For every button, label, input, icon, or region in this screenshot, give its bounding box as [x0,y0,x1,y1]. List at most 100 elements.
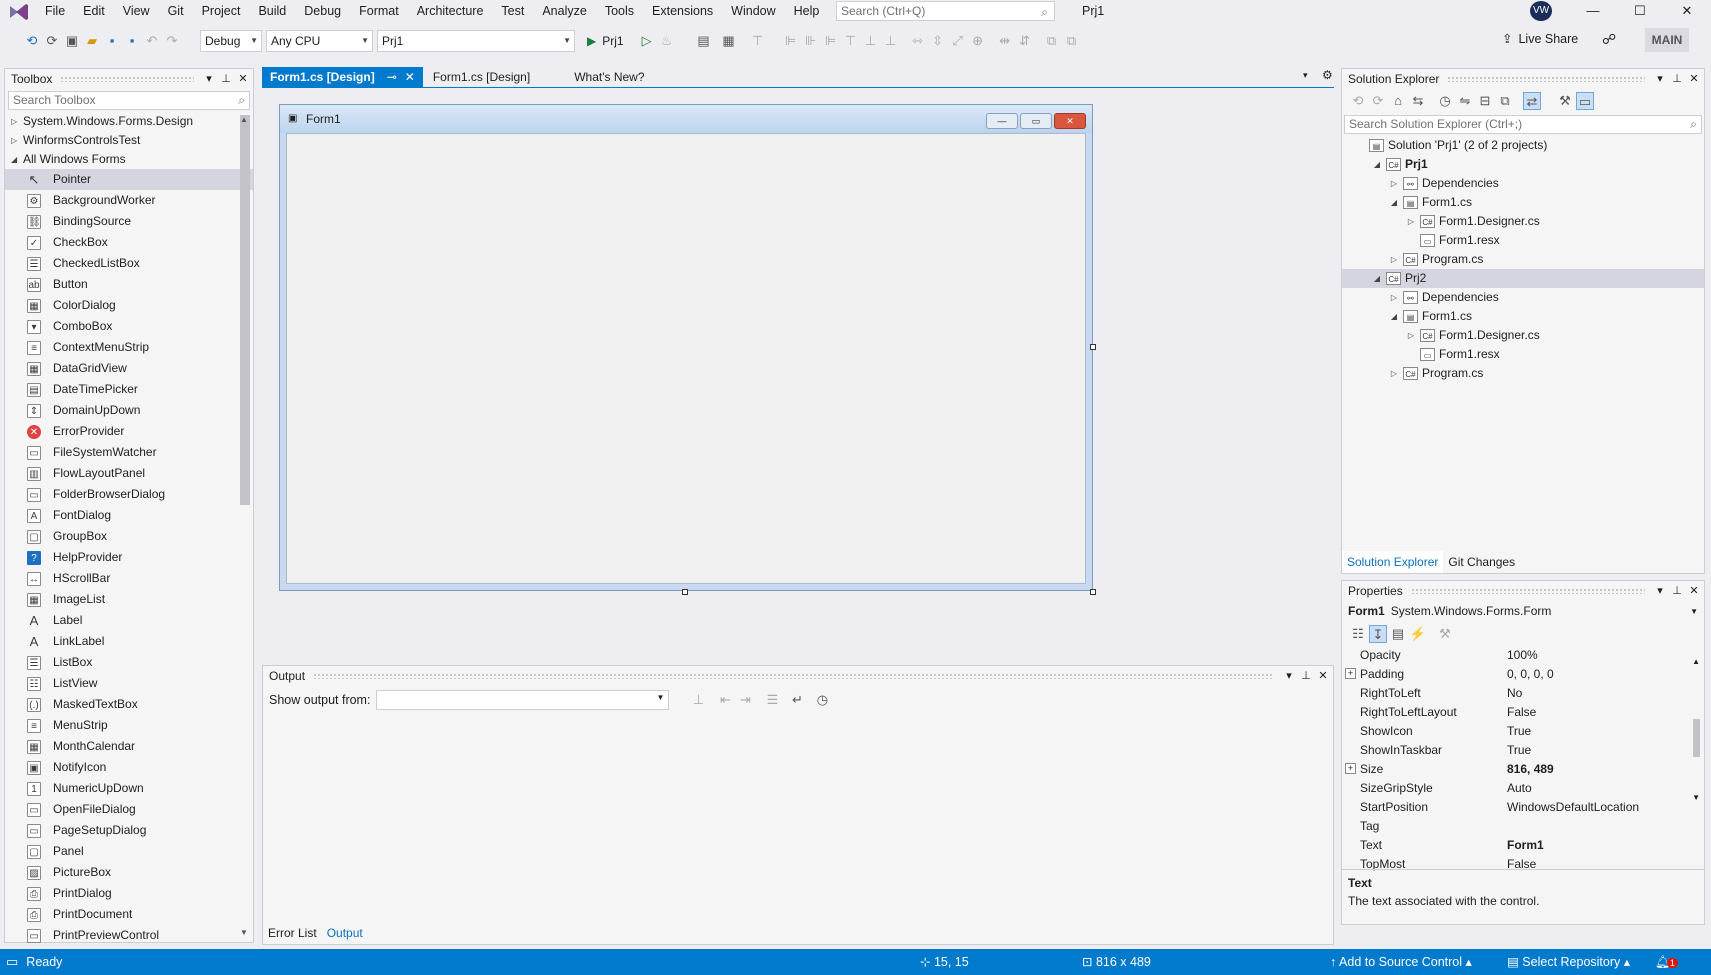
menu-item-project[interactable]: Project [193,0,250,22]
settings-gear-icon[interactable]: ⚙ [1322,68,1333,82]
property-row[interactable]: Tag [1342,817,1704,836]
pin-icon[interactable]: ⊥ [219,69,233,89]
toolbox-item[interactable]: ▾ ComboBox [5,316,253,337]
property-value[interactable]: WindowsDefaultLocation [1503,798,1704,817]
next-message-icon[interactable]: ⇥ [736,691,754,709]
close-icon[interactable]: ✕ [1316,666,1330,686]
toolbox-item[interactable]: A Label [5,610,253,631]
new-project-icon[interactable]: ▣ [63,32,81,50]
toolbox-item[interactable]: ≡ ContextMenuStrip [5,337,253,358]
menu-item-git[interactable]: Git [159,0,193,22]
property-value[interactable]: True [1503,741,1704,760]
menu-item-tools[interactable]: Tools [596,0,643,22]
property-row[interactable]: Opacity 100% [1342,646,1704,665]
window-position-icon[interactable]: ▾ [202,69,216,89]
solution-tree-node[interactable]: ▷ C# Form1.Designer.cs [1342,212,1704,231]
expand-plus-icon[interactable]: + [1345,668,1356,679]
pin-icon[interactable]: ⊥ [1670,581,1684,601]
property-object-select[interactable]: Form1 System.Windows.Forms.Form ▼ [1342,601,1704,622]
solution-tree-node[interactable]: ▷ C# Form1.Designer.cs [1342,326,1704,345]
solution-tree-node[interactable]: ◢ ▤ Form1.cs [1342,193,1704,212]
toolbox-item[interactable]: ⎙ PrintDocument [5,904,253,925]
toolbox-item[interactable]: ↔ HScrollBar [5,568,253,589]
output-source-select[interactable]: ▼ [376,690,670,710]
collapsed-triangle-icon[interactable]: ▷ [1405,326,1417,345]
solution-tree-node[interactable]: ▷ ⚯ Dependencies [1342,174,1704,193]
scroll-up-icon[interactable]: ▲ [240,115,248,124]
properties-wrench-icon[interactable]: ⚒ [1556,92,1574,110]
make-same-height-icon[interactable]: ⇳ [929,32,947,50]
expanded-triangle-icon[interactable]: ◢ [1388,193,1400,212]
toolbox-group[interactable]: ◢ All Windows Forms [5,150,253,169]
save-all-icon[interactable]: ▪ [123,32,141,50]
minimize-icon[interactable]: ― [1570,0,1616,22]
menu-item-view[interactable]: View [114,0,159,22]
properties-view-icon[interactable]: ▤ [1389,625,1407,643]
startup-project-select[interactable]: Prj1 ▼ [377,30,575,52]
tab-document[interactable]: Form1.cs [Design] ⊸ ✕ [262,66,423,88]
align-to-grid-icon[interactable]: ⊤ [749,32,767,50]
toolbox-item[interactable]: ⚙ BackgroundWorker [5,190,253,211]
events-lightning-icon[interactable]: ⚡ [1409,625,1427,643]
property-value[interactable]: 816, 489 [1503,760,1704,779]
align-lefts-icon[interactable]: ⊫ [782,32,800,50]
vertical-spacing-icon[interactable]: ⇵ [1016,32,1034,50]
pin-icon[interactable]: ⊸ [387,67,397,88]
collapse-all-icon[interactable]: ⊟ [1476,92,1494,110]
toolbox-item[interactable]: ▦ DataGridView [5,358,253,379]
make-same-width-icon[interactable]: ⇿ [909,32,927,50]
toolbox-item[interactable]: ▢ GroupBox [5,526,253,547]
configuration-select[interactable]: Debug ▼ [200,30,262,52]
property-value[interactable]: Auto [1503,779,1704,798]
toolbox-item[interactable]: A FontDialog [5,505,253,526]
expanded-triangle-icon[interactable]: ◢ [1388,307,1400,326]
toolbox-item[interactable]: ▭ FolderBrowserDialog [5,484,253,505]
browse-icon[interactable]: ▤ [695,32,713,50]
tab-document[interactable]: What's New? [566,67,652,88]
find-message-icon[interactable]: ⊥ [689,691,707,709]
sync-icon[interactable]: ⇋ [1456,92,1474,110]
platform-select[interactable]: Any CPU ▼ [266,30,373,52]
align-middles-icon[interactable]: ⊥ [862,32,880,50]
redo-icon[interactable]: ↷ [163,32,181,50]
open-folder-icon[interactable]: ▰ [83,32,101,50]
global-search-input[interactable]: Search (Ctrl+Q) ⌕ [836,1,1055,21]
menu-item-architecture[interactable]: Architecture [408,0,493,22]
solution-tree-node[interactable]: ▤ Solution 'Prj1' (2 of 2 projects) [1342,136,1704,155]
solution-tree-node[interactable]: ▷ ⚯ Dependencies [1342,288,1704,307]
property-row[interactable]: ShowIcon True [1342,722,1704,741]
property-row[interactable]: + Size 816, 489 [1342,760,1704,779]
toolbox-item[interactable]: ▭ OpenFileDialog [5,799,253,820]
window-position-icon[interactable]: ▾ [1653,581,1667,601]
toolbox-group[interactable]: ▷ WinformsControlsTest [5,131,253,150]
property-row[interactable]: RightToLeftLayout False [1342,703,1704,722]
forward-icon[interactable]: ⟳ [1369,92,1387,110]
toolbox-item[interactable]: ⇕ DomainUpDown [5,400,253,421]
scroll-down-icon[interactable]: ▼ [240,928,248,937]
close-icon[interactable]: ✕ [236,69,250,89]
toolbox-item[interactable]: ↖ Pointer [5,169,253,190]
collapsed-triangle-icon[interactable]: ▷ [1388,250,1400,269]
pin-icon[interactable]: ⊥ [1670,69,1684,89]
categorized-icon[interactable]: ☷ [1349,625,1367,643]
align-centers-icon[interactable]: ⊪ [802,32,820,50]
toolbox-item[interactable]: ▤ DateTimePicker [5,379,253,400]
expanded-triangle-icon[interactable]: ◢ [1371,269,1383,288]
toolbox-item[interactable]: ▢ Panel [5,841,253,862]
menu-item-format[interactable]: Format [350,0,408,22]
toolbox-item[interactable]: 1 NumericUpDown [5,778,253,799]
property-value[interactable]: 0, 0, 0, 0 [1503,665,1704,684]
scroll-up-icon[interactable]: ▲ [1692,657,1700,666]
toolbox-item[interactable]: ▦ ImageList [5,589,253,610]
toolbox-item[interactable]: ▭ PageSetupDialog [5,820,253,841]
solution-tree-node[interactable]: ▭ Form1.resx [1342,231,1704,250]
toolbox-item[interactable]: ≡ MenuStrip [5,715,253,736]
maximize-icon[interactable]: ☐ [1617,0,1663,22]
close-icon[interactable]: ✕ [1687,69,1701,89]
window-position-icon[interactable]: ▾ [1653,69,1667,89]
make-same-size-icon[interactable]: ⤢ [949,32,967,50]
property-value[interactable]: No [1503,684,1704,703]
toolbox-item[interactable]: ☰ ListBox [5,652,253,673]
undo-icon[interactable]: ↶ [143,32,161,50]
toolbox-item[interactable]: ? HelpProvider [5,547,253,568]
